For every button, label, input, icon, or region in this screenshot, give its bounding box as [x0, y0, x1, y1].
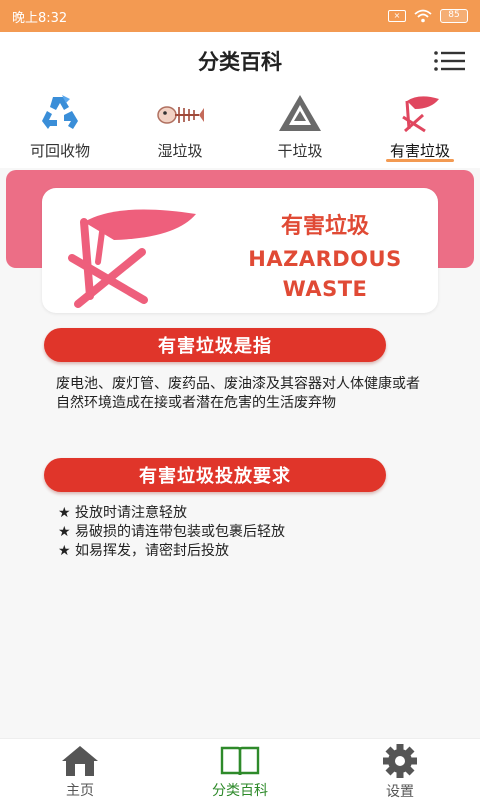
- menu-icon[interactable]: [434, 50, 466, 72]
- bottom-nav: 主页 分类百科 设置: [0, 738, 480, 800]
- status-bar: 晚上8:32 × 85: [0, 0, 480, 32]
- app-header: 分类百科: [0, 32, 480, 90]
- book-icon: [219, 743, 261, 778]
- status-time: 晚上8:32: [12, 10, 68, 26]
- banner-title-en-2: WASTE: [282, 277, 368, 301]
- category-tabs: 可回收物 湿垃圾 干垃圾 有害垃圾: [0, 90, 480, 168]
- tab-hazardous-waste[interactable]: 有害垃圾: [360, 90, 480, 168]
- definition-text: 废电池、废灯管、废药品、废油漆及其容器对人体健康或者自然环境造成在接或者潜在危害…: [56, 376, 420, 411]
- hazardous-illustration-icon: [68, 209, 196, 308]
- list-item: ★ 投放时请注意轻放: [58, 505, 188, 521]
- requirements-heading: 有害垃圾投放要求: [44, 458, 386, 492]
- gear-icon: [379, 743, 421, 779]
- tab-dry-waste[interactable]: 干垃圾: [240, 90, 360, 168]
- tab-recyclable[interactable]: 可回收物: [0, 90, 120, 168]
- battery-icon: 85: [440, 9, 468, 23]
- tab-wet-waste[interactable]: 湿垃圾: [120, 90, 240, 168]
- notification-icon: ×: [388, 10, 406, 22]
- fishbone-icon: [154, 92, 206, 134]
- banner-title-en-1: HAZARDOUS: [248, 247, 402, 271]
- nav-label: 设置: [386, 784, 414, 800]
- list-item: ★ 易破损的请连带包装或包裹后轻放: [58, 524, 286, 540]
- requirements-list: ★ 投放时请注意轻放 ★ 易破损的请连带包装或包裹后轻放 ★ 如易挥发，请密封后…: [58, 504, 428, 561]
- hazardous-icon: [394, 92, 446, 134]
- status-icons: × 85: [388, 9, 468, 23]
- definition-heading: 有害垃圾是指: [44, 328, 386, 362]
- tab-label: 可回收物: [29, 142, 90, 160]
- hazardous-banner: 有害垃圾 HAZARDOUS WASTE: [42, 188, 438, 313]
- list-item: ★ 如易挥发，请密封后投放: [58, 543, 230, 559]
- banner-title-cn: 有害垃圾: [280, 214, 369, 239]
- home-icon: [59, 743, 101, 778]
- dry-waste-icon: [274, 92, 326, 134]
- nav-settings[interactable]: 设置: [320, 739, 480, 800]
- nav-home[interactable]: 主页: [0, 739, 160, 800]
- wifi-icon: [414, 9, 432, 23]
- nav-encyclopedia[interactable]: 分类百科: [160, 739, 320, 800]
- nav-label: 分类百科: [212, 783, 268, 799]
- banner-title: 有害垃圾 HAZARDOUS WASTE: [220, 208, 430, 304]
- tab-label: 湿垃圾: [157, 142, 203, 160]
- page-title: 分类百科: [198, 50, 282, 74]
- nav-label: 主页: [66, 783, 94, 799]
- tab-label: 干垃圾: [277, 142, 323, 160]
- recycle-icon: [34, 92, 86, 134]
- tab-label: 有害垃圾: [389, 142, 450, 160]
